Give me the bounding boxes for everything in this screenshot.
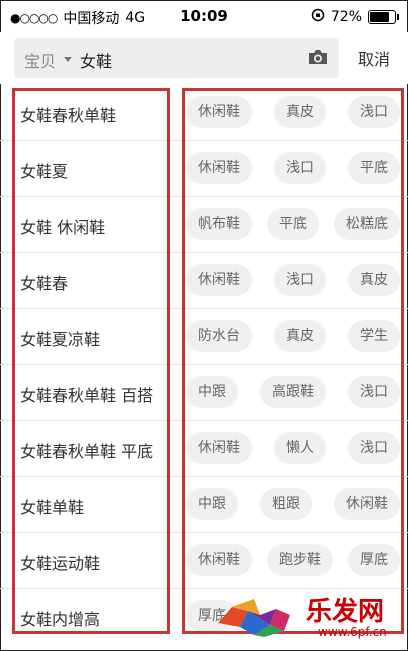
battery-icon (368, 10, 399, 24)
watermark-name: 乐发网 (306, 597, 385, 627)
cancel-button[interactable]: 取消 (358, 46, 390, 70)
battery-percent: 72% (330, 9, 362, 25)
status-bar: ●○○○○ 中国移动 4G 10:09 72% (0, 0, 408, 32)
watermark-url: www.6pf.cn (318, 625, 387, 639)
highlight-box-tags (182, 88, 404, 634)
camera-icon[interactable] (307, 48, 329, 66)
chevron-down-icon[interactable] (64, 57, 72, 62)
watermark-logo-icon (218, 599, 290, 637)
battery-group: 72% (311, 8, 399, 26)
lock-rotation-icon (311, 8, 325, 26)
search-category[interactable]: 宝贝 (24, 48, 56, 72)
watermark: 乐发网 www.6pf.cn (214, 587, 402, 645)
search-bar: 宝贝 女鞋 取消 (0, 32, 408, 84)
search-input[interactable]: 女鞋 (80, 48, 112, 72)
search-box[interactable]: 宝贝 女鞋 (14, 38, 339, 78)
highlight-box-suggestions (12, 88, 170, 634)
